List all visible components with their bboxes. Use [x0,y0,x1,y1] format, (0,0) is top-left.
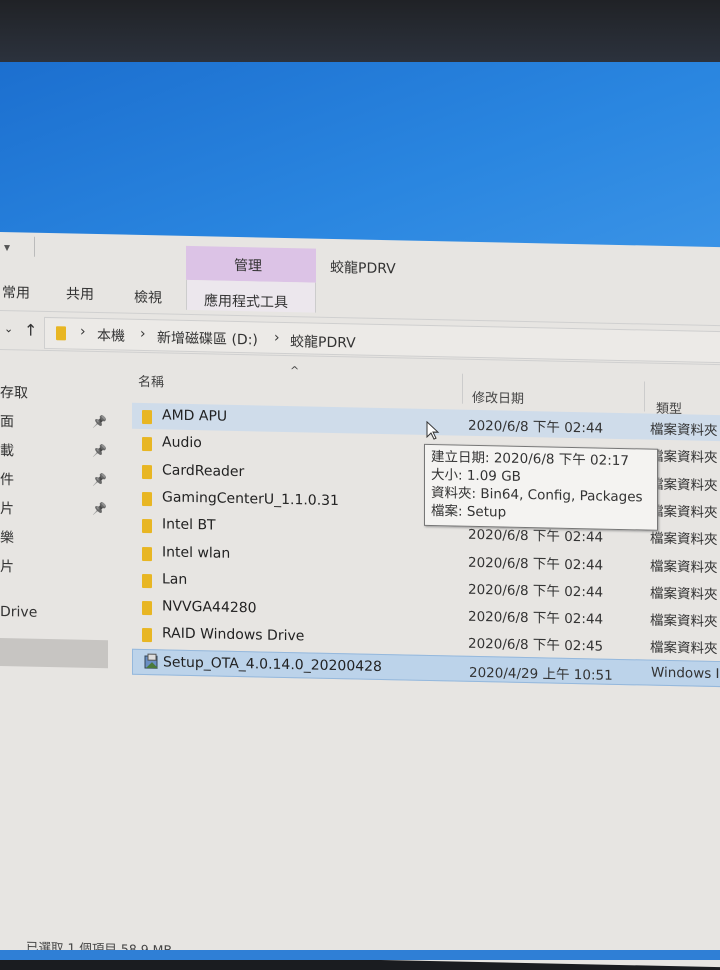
pin-icon[interactable]: 📌 [92,415,107,429]
file-name: NVVGA44280 [162,598,257,617]
quick-access-dropdown-icon[interactable]: ▾ [4,240,10,254]
file-explorer-window: ▾ 管理 蛟龍PDRV 常用 共用 檢視 應用程式工具 ⌄ ↑ › 本機 › 新… [0,232,720,968]
window-title: 蛟龍PDRV [330,259,396,278]
breadcrumb-current-folder[interactable]: 蛟龍PDRV [290,331,356,352]
sort-ascending-icon: ^ [290,364,300,378]
tab-application-tools[interactable]: 應用程式工具 [204,290,288,312]
sidebar-selected-item[interactable] [0,638,108,669]
column-header-name[interactable]: 名稱 [138,371,164,391]
file-date: 2020/6/8 下午 02:44 [468,417,604,437]
sidebar-item[interactable]: 樂 [0,527,14,547]
sidebar-item[interactable]: 件 [0,469,14,489]
installer-icon [143,653,161,675]
sidebar-item[interactable]: 面 [0,411,14,431]
sidebar-item[interactable]: 存取 [0,382,28,403]
folder-icon [142,518,152,537]
monitor-bezel [0,0,720,70]
file-type: Windows In [651,664,720,682]
file-date: 2020/6/8 下午 02:44 [468,554,604,574]
pin-icon[interactable]: 📌 [92,502,107,516]
folder-icon [142,491,152,510]
folder-icon [142,436,152,455]
breadcrumb-drive-d[interactable]: 新增磁碟區 (D:) [157,327,258,349]
file-name: CardReader [162,461,245,480]
tab-home[interactable]: 常用 [2,282,30,303]
column-header-date[interactable]: 修改日期 [472,387,524,407]
file-type: 檔案資料夾 [650,448,718,467]
folder-icon [142,600,152,619]
file-date: 2020/6/8 下午 02:44 [468,608,604,628]
file-type: 檔案資料夾 [650,503,718,521]
desktop-background [0,62,720,252]
column-divider[interactable] [462,373,463,404]
file-name: Intel BT [162,516,216,534]
file-name: Lan [162,571,188,588]
file-date: 2020/6/8 下午 02:45 [468,636,604,656]
folder-icon [142,464,152,483]
file-type: 檔案資料夾 [650,530,718,549]
folder-icon [56,325,66,344]
up-arrow-icon[interactable]: ↑ [24,321,37,340]
sidebar-item[interactable]: Drive [0,604,37,621]
folder-icon [142,627,152,646]
breadcrumb-separator: › [80,323,86,340]
file-type: 檔案資料夾 [650,640,718,658]
file-name: AMD APU [162,407,228,425]
file-date: 2020/4/29 上午 10:51 [469,664,613,684]
sidebar-item[interactable]: 片 [0,556,14,576]
contextual-group-label: 管理 [234,257,262,275]
taskbar-edge [0,950,720,960]
file-type: 檔案資料夾 [650,421,718,440]
file-name: Intel wlan [162,543,231,562]
folder-icon [142,573,152,592]
file-type: 檔案資料夾 [650,585,718,603]
pin-icon[interactable]: 📌 [92,473,107,487]
folder-icon [142,409,152,428]
file-name: RAID Windows Drive [162,625,305,645]
file-name: Setup_OTA_4.0.14.0_20200428 [163,654,382,675]
file-type: 檔案資料夾 [650,612,718,631]
breadcrumb-separator: › [274,329,280,346]
sidebar-item[interactable]: 載 [0,440,14,460]
mouse-cursor-icon [426,420,440,440]
recent-locations-chevron-icon[interactable]: ⌄ [4,322,13,335]
sidebar-item[interactable]: 片 [0,498,14,518]
file-name: GamingCenterU_1.1.0.31 [162,489,339,509]
file-date: 2020/6/8 下午 02:44 [468,581,604,601]
pin-icon[interactable]: 📌 [92,444,107,458]
file-name: Audio [162,434,202,452]
tab-view[interactable]: 檢視 [134,287,162,308]
breadcrumb-this-pc[interactable]: 本機 [97,325,125,346]
file-type: 檔案資料夾 [650,558,718,576]
folder-info-tooltip: 建立日期: 2020/6/8 下午 02:17 大小: 1.09 GB 資料夾:… [424,443,658,531]
tab-share[interactable]: 共用 [66,283,94,304]
divider [34,236,35,257]
column-divider[interactable] [644,381,645,412]
file-type: 檔案資料夾 [650,476,718,494]
folder-icon [142,545,152,564]
breadcrumb-separator: › [140,325,146,343]
